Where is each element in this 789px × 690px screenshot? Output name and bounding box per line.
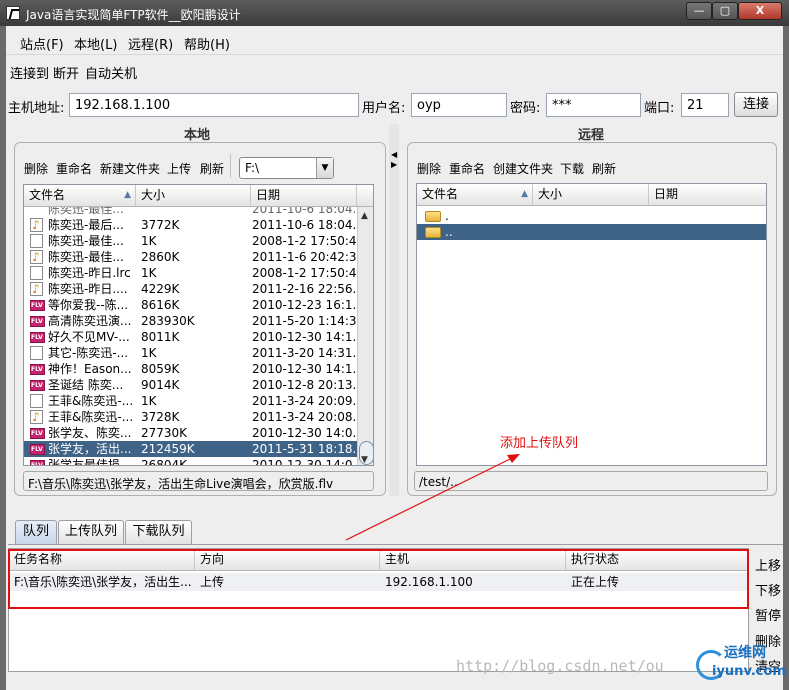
logo-line2: iyunv.com: [712, 664, 786, 679]
queue-highlight-box: [8, 549, 749, 609]
logo-line1: 运维网: [724, 645, 766, 661]
tab-upload-queue[interactable]: 上传队列: [58, 520, 124, 544]
tab-baseline: [8, 544, 783, 545]
site-logo: 运维网 iyunv.com: [690, 640, 786, 688]
watermark-text: http://blog.csdn.net/ou: [456, 657, 664, 675]
tab-queue[interactable]: 队列: [15, 520, 57, 544]
move-up-button[interactable]: 上移: [755, 555, 781, 574]
move-down-button[interactable]: 下移: [755, 580, 781, 599]
tab-download-queue[interactable]: 下载队列: [125, 520, 192, 544]
pause-button[interactable]: 暂停: [755, 605, 781, 624]
